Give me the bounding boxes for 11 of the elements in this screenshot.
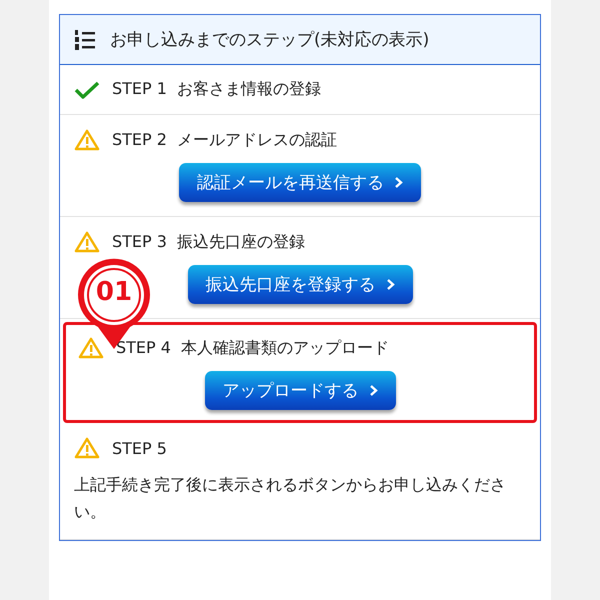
step-title: STEP 3 振込先口座の登録 (112, 232, 306, 252)
step-button[interactable]: 認証メールを再送信する (179, 163, 421, 202)
step-button[interactable]: アップロードする (204, 371, 396, 410)
step-title: STEP 1 お客さま情報の登録 (112, 79, 322, 100)
step-note: 上記手続き完了後に表示されるボタンからお申し込みください。 (74, 474, 507, 524)
step-title: STEP 2 メールアドレスの認証 (112, 130, 338, 150)
step-title: STEP 4 本人確認書類のアップロード (116, 338, 390, 358)
step-title: STEP 5 (112, 438, 167, 458)
panel-title: お申し込みまでのステップ(未対応の表示) (110, 29, 430, 51)
step-button[interactable]: 振込先口座を登録する (188, 265, 412, 304)
marker-number: 01 (94, 277, 134, 307)
